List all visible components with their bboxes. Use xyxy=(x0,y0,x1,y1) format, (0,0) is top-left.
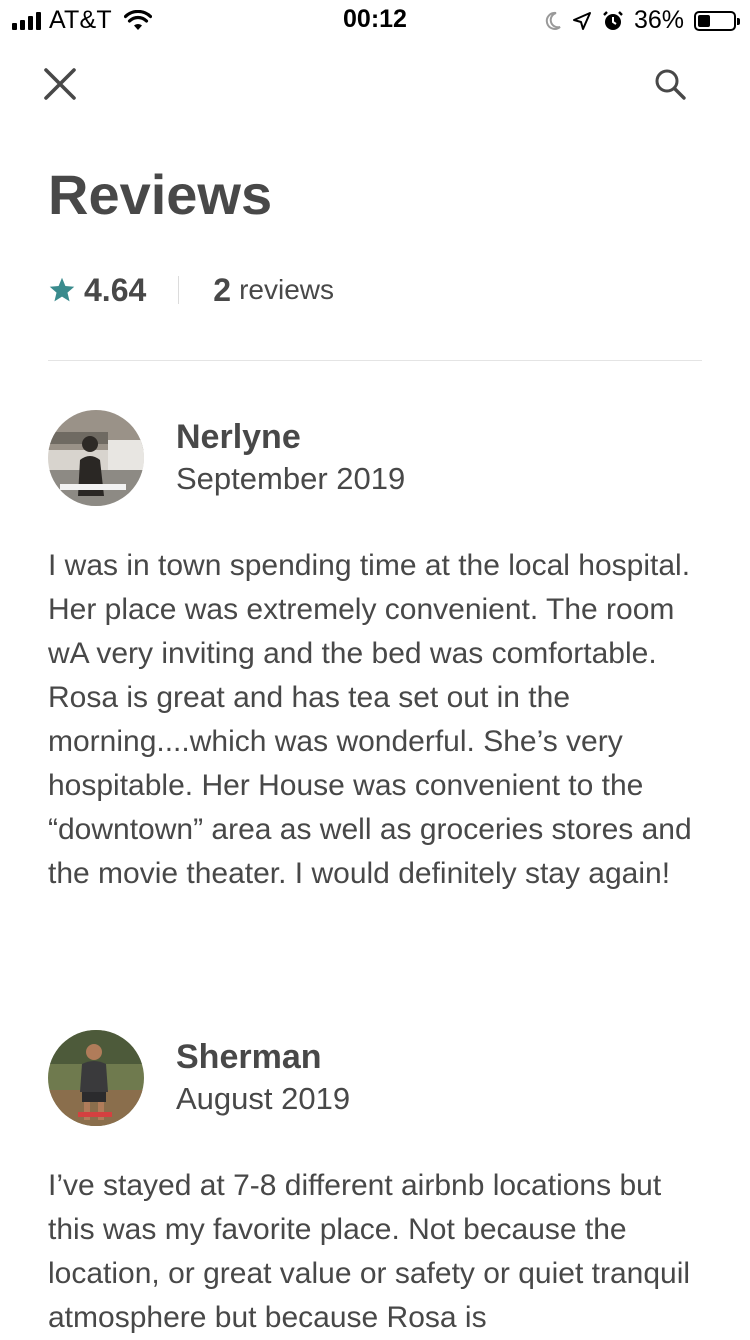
review-item: Sherman August 2019 I’ve stayed at 7-8 d… xyxy=(48,1030,708,1340)
rating-summary: 4.64 2 reviews xyxy=(48,270,334,310)
battery-icon xyxy=(694,10,740,31)
review-date: September 2019 xyxy=(176,461,406,496)
close-button[interactable] xyxy=(40,64,80,104)
alarm-icon xyxy=(603,10,623,30)
reviews-label: reviews xyxy=(239,274,334,305)
close-icon xyxy=(44,68,76,100)
moon-icon xyxy=(545,11,561,30)
status-right: 36% xyxy=(544,6,740,35)
avatar-photo xyxy=(48,1030,144,1126)
search-icon xyxy=(655,69,686,100)
avatar[interactable] xyxy=(48,410,144,506)
avatar-photo xyxy=(48,410,144,506)
review-header: Nerlyne September 2019 xyxy=(48,410,708,506)
reviewer-name: Nerlyne xyxy=(176,418,301,456)
review-date: August 2019 xyxy=(176,1081,351,1116)
status-bar: AT&T 00:12 36% xyxy=(0,0,750,40)
battery-percent: 36% xyxy=(633,6,684,34)
avatar[interactable] xyxy=(48,1030,144,1126)
rating-divider xyxy=(178,276,180,304)
rating-value: 4.64 xyxy=(84,271,147,308)
review-text: I was in town spending time at the local… xyxy=(48,549,692,890)
review-item: Nerlyne September 2019 I was in town spe… xyxy=(48,410,708,896)
page-title: Reviews xyxy=(48,163,273,226)
section-divider xyxy=(48,360,702,361)
reviewer-meta: Nerlyne September 2019 xyxy=(176,416,405,500)
star-icon xyxy=(49,277,75,302)
battery-level xyxy=(698,14,711,27)
reviewer-meta: Sherman August 2019 xyxy=(176,1036,350,1120)
review-header: Sherman August 2019 xyxy=(48,1030,708,1126)
reviewer-name: Sherman xyxy=(176,1038,322,1076)
reviews-count: 2 xyxy=(213,271,232,308)
search-button[interactable] xyxy=(652,66,688,102)
location-arrow-icon xyxy=(572,11,591,30)
review-text: I’ve stayed at 7-8 different airbnb loca… xyxy=(48,1169,691,1334)
